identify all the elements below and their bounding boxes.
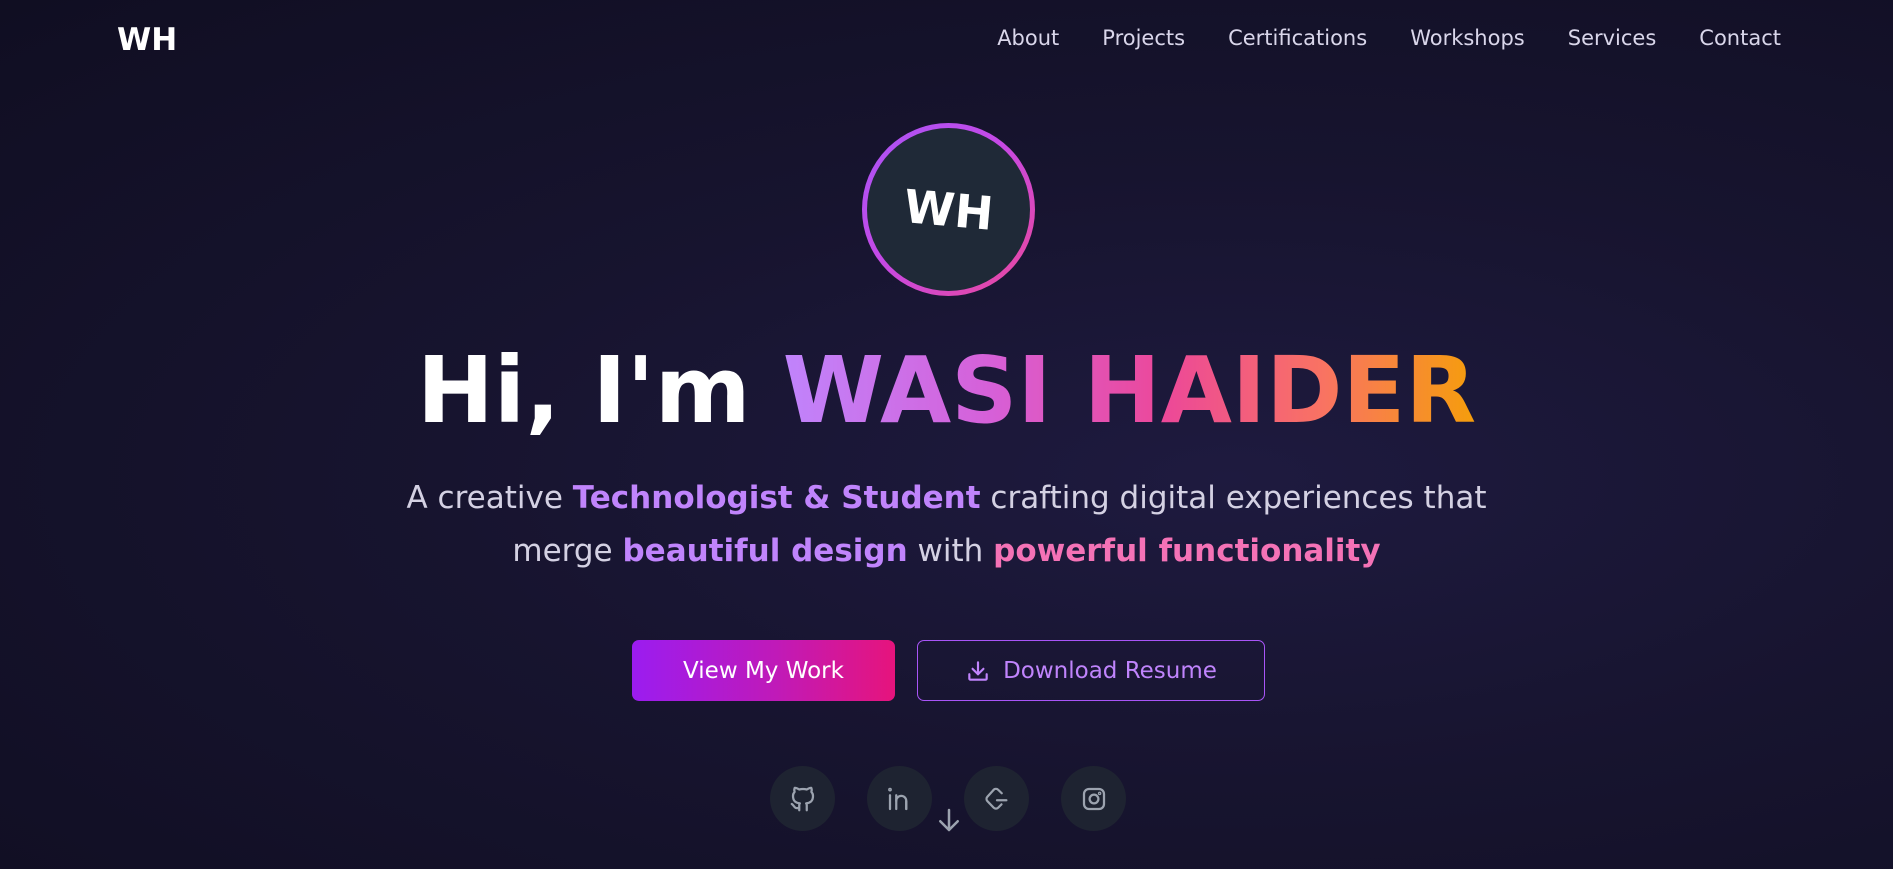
hero-greeting: Hi, I'm (416, 337, 783, 444)
leetcode-link[interactable] (964, 766, 1029, 831)
download-resume-label: Download Resume (1003, 657, 1217, 684)
subtitle-part2: crafting digital experiences that (980, 480, 1487, 516)
linkedin-link[interactable] (867, 766, 932, 831)
nav-link-projects[interactable]: Projects (1102, 26, 1185, 50)
github-icon (790, 786, 814, 811)
subtitle-highlight-design: beautiful design (622, 533, 908, 569)
nav-link-workshops[interactable]: Workshops (1410, 26, 1525, 50)
site-logo[interactable]: WH (117, 22, 177, 58)
avatar: WH (862, 123, 1035, 296)
subtitle-highlight-functionality: powerful functionality (993, 533, 1381, 569)
subtitle-role: Technologist & Student (572, 480, 981, 516)
subtitle-part1: A creative (406, 480, 573, 516)
avatar-inner: WH (867, 128, 1030, 291)
nav-link-about[interactable]: About (997, 26, 1059, 50)
instagram-link[interactable] (1061, 766, 1126, 831)
hero-title: Hi, I'm WASI HAIDER (0, 345, 1893, 437)
linkedin-icon (887, 787, 907, 810)
download-icon (968, 660, 988, 681)
view-my-work-button[interactable]: View My Work (632, 640, 895, 701)
scroll-down-arrow-icon[interactable] (934, 805, 964, 835)
leetcode-icon (984, 787, 1007, 810)
navbar: WH About Projects Certifications Worksho… (0, 0, 1893, 80)
nav-link-certifications[interactable]: Certifications (1228, 26, 1367, 50)
nav-link-services[interactable]: Services (1568, 26, 1657, 50)
subtitle-part3: merge (512, 533, 623, 569)
github-link[interactable] (770, 766, 835, 831)
subtitle-part4: with (907, 533, 994, 569)
hero-subtitle: A creative Technologist & Student crafti… (0, 472, 1893, 578)
instagram-icon (1082, 787, 1105, 810)
download-resume-button[interactable]: Download Resume (917, 640, 1265, 701)
avatar-initials: WH (901, 178, 996, 241)
hero-name: WASI HAIDER (782, 337, 1477, 444)
nav-links: About Projects Certifications Workshops … (954, 26, 1781, 50)
nav-link-contact[interactable]: Contact (1699, 26, 1781, 50)
